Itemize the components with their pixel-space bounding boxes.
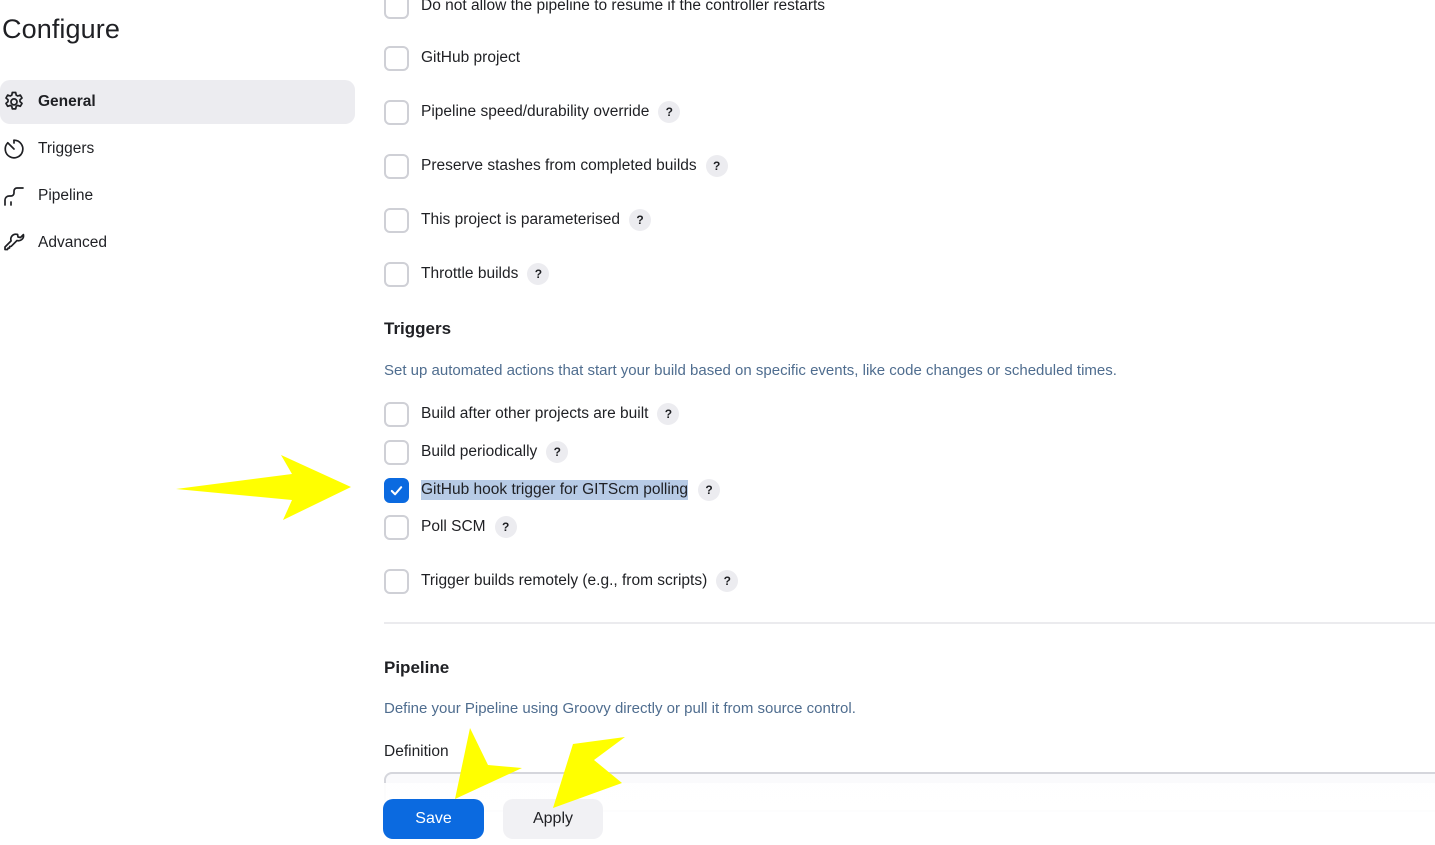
page-title: Configure (2, 14, 120, 44)
sidebar-item-pipeline[interactable]: Pipeline (0, 174, 355, 218)
checkbox[interactable] (384, 401, 409, 427)
option-durability-override[interactable]: Pipeline speed/durability override ? (384, 98, 681, 126)
option-resume-disabled[interactable]: Do not allow the pipeline to resume if t… (384, 0, 825, 20)
checkbox[interactable] (384, 207, 409, 233)
sidebar-item-label: Pipeline (38, 187, 94, 204)
checkbox[interactable] (384, 153, 409, 179)
pipeline-icon (2, 184, 26, 208)
configure-page: Configure General Triggers Pipeline Adva… (0, 0, 1435, 845)
help-icon[interactable]: ? (698, 479, 721, 501)
sidebar-item-label: Triggers (38, 140, 95, 157)
trigger-poll-scm[interactable]: Poll SCM ? (384, 513, 517, 541)
sidebar-nav: General Triggers Pipeline Advanced (0, 80, 355, 268)
wrench-icon (2, 231, 26, 255)
option-github-project[interactable]: GitHub project (384, 44, 520, 72)
help-icon[interactable]: ? (658, 101, 681, 123)
timer-icon (2, 137, 26, 161)
help-icon[interactable]: ? (629, 209, 651, 231)
option-label: Build periodically (421, 443, 538, 460)
option-label: Pipeline speed/durability override (421, 103, 650, 120)
checkbox-checked[interactable] (384, 477, 409, 503)
checkbox[interactable] (384, 45, 409, 71)
option-parameterised[interactable]: This project is parameterised ? (384, 206, 651, 234)
sidebar-item-label: Advanced (38, 234, 107, 251)
option-label: GitHub hook trigger for GITScm polling (421, 480, 689, 500)
option-label: Throttle builds (421, 265, 519, 282)
option-label: Preserve stashes from completed builds (421, 157, 697, 174)
trigger-after-other-projects[interactable]: Build after other projects are built ? (384, 400, 680, 428)
trigger-github-hook[interactable]: GitHub hook trigger for GITScm polling ? (384, 476, 721, 504)
pipeline-section-title: Pipeline (384, 658, 450, 677)
help-icon[interactable]: ? (657, 403, 680, 425)
help-icon[interactable]: ? (546, 441, 569, 463)
annotation-arrow-icon (176, 455, 351, 520)
checkbox[interactable] (384, 0, 409, 19)
checkbox[interactable] (384, 99, 409, 125)
sidebar-item-triggers[interactable]: Triggers (0, 127, 355, 171)
trigger-build-periodically[interactable]: Build periodically ? (384, 438, 569, 466)
trigger-builds-remotely[interactable]: Trigger builds remotely (e.g., from scri… (384, 567, 739, 595)
save-button[interactable]: Save (383, 799, 484, 839)
pipeline-section-description: Define your Pipeline using Groovy direct… (384, 700, 856, 717)
checkmark-icon (390, 485, 403, 495)
triggers-section-description: Set up automated actions that start your… (384, 362, 1117, 379)
option-throttle-builds[interactable]: Throttle builds ? (384, 260, 550, 288)
gear-icon (2, 90, 26, 114)
option-label: This project is parameterised (421, 211, 620, 228)
help-icon[interactable]: ? (494, 516, 517, 538)
help-icon[interactable]: ? (716, 570, 739, 592)
checkbox[interactable] (384, 514, 409, 540)
option-label: Build after other projects are built (421, 405, 649, 422)
checkbox[interactable] (384, 439, 409, 465)
option-label: Do not allow the pipeline to resume if t… (421, 0, 826, 14)
help-icon[interactable]: ? (705, 155, 728, 177)
triggers-section-title: Triggers (384, 319, 452, 338)
apply-button[interactable]: Apply (503, 799, 603, 839)
sidebar-item-general[interactable]: General (0, 80, 355, 124)
definition-label: Definition (384, 743, 449, 760)
checkbox[interactable] (384, 568, 409, 594)
option-label: Trigger builds remotely (e.g., from scri… (421, 572, 708, 589)
help-icon[interactable]: ? (527, 263, 550, 285)
option-label: GitHub project (421, 49, 521, 66)
sidebar-item-label: General (38, 93, 96, 110)
section-divider (384, 622, 1435, 624)
option-label: Poll SCM (421, 518, 486, 535)
sidebar-item-advanced[interactable]: Advanced (0, 221, 355, 265)
checkbox[interactable] (384, 261, 409, 287)
option-preserve-stashes[interactable]: Preserve stashes from completed builds ? (384, 152, 728, 180)
